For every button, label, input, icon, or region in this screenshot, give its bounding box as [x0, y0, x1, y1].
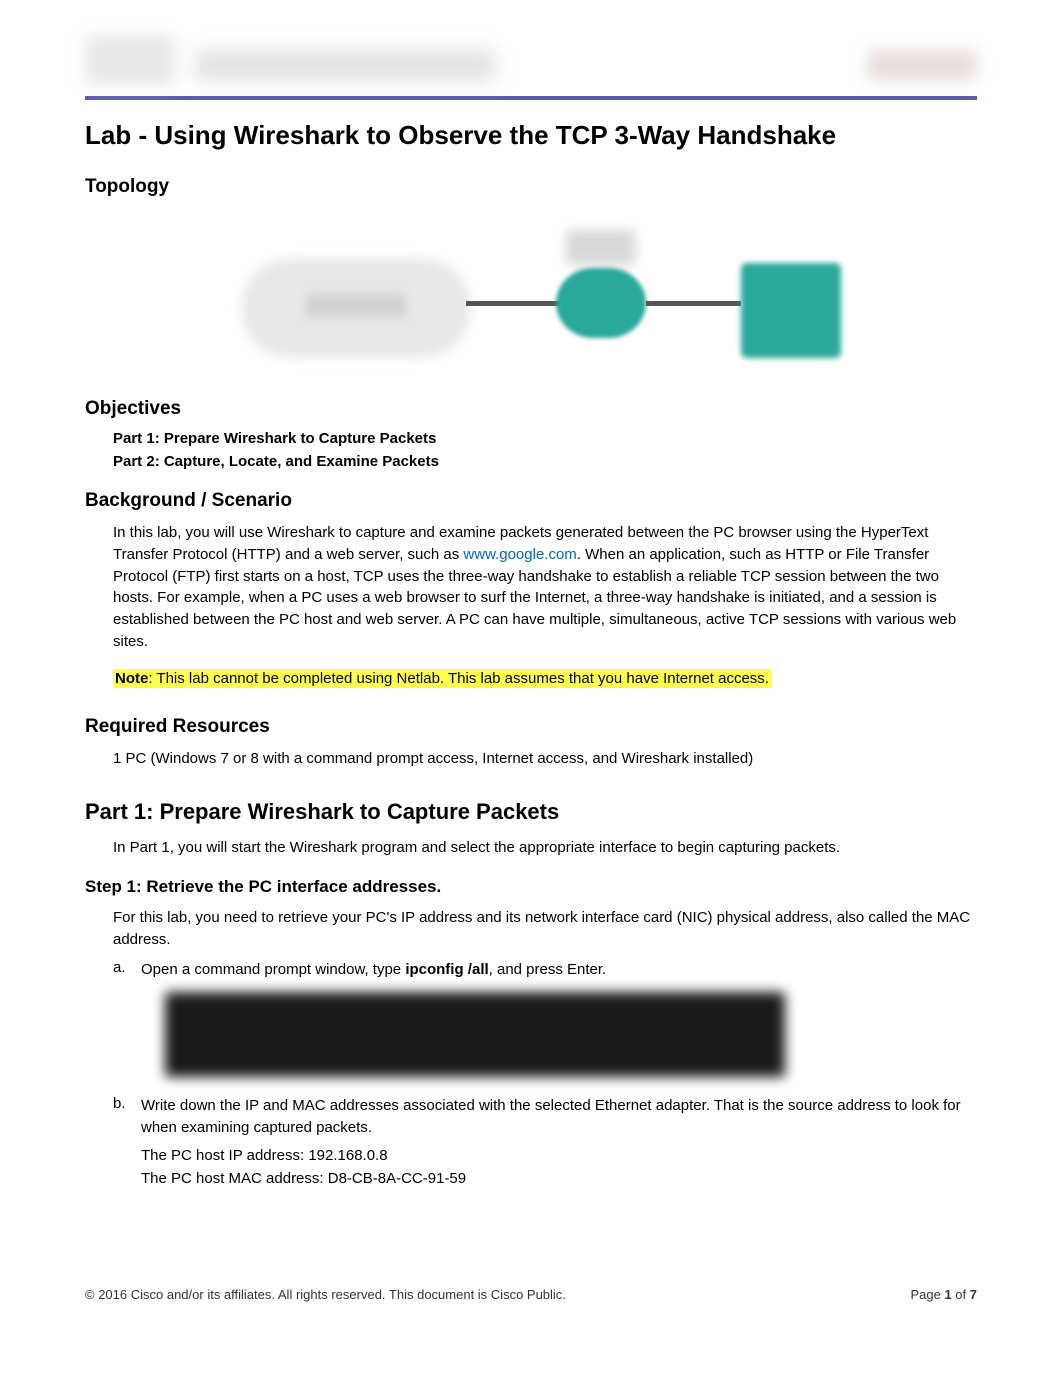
page-mid: of	[952, 1287, 970, 1302]
objective-item: Part 1: Prepare Wireshark to Capture Pac…	[113, 430, 977, 447]
objectives-heading: Objectives	[85, 398, 977, 420]
item-a-pre: Open a command prompt window, type	[141, 961, 405, 978]
mac-value: D8-CB-8A-CC-91-59	[328, 1170, 466, 1187]
link-line	[646, 301, 741, 306]
part1-heading: Part 1: Prepare Wireshark to Capture Pac…	[85, 799, 977, 825]
page-pre: Page	[910, 1287, 944, 1302]
mac-label: The PC host MAC address:	[141, 1170, 328, 1187]
resources-heading: Required Resources	[85, 716, 977, 738]
page-footer: © 2016 Cisco and/or its affiliates. All …	[85, 1287, 977, 1302]
router-icon	[556, 268, 646, 338]
resources-text: 1 PC (Windows 7 or 8 with a command prom…	[113, 748, 977, 770]
command-prompt-figure	[165, 992, 785, 1077]
objective-item: Part 2: Capture, Locate, and Examine Pac…	[113, 453, 977, 470]
google-link[interactable]: www.google.com	[463, 546, 576, 563]
topology-heading: Topology	[85, 176, 977, 198]
list-marker: b.	[113, 1095, 141, 1139]
item-a-post: , and press Enter.	[489, 961, 607, 978]
step1-heading: Step 1: Retrieve the PC interface addres…	[85, 877, 977, 897]
background-heading: Background / Scenario	[85, 490, 977, 512]
part1-intro: In Part 1, you will start the Wireshark …	[113, 837, 977, 859]
background-paragraph: In this lab, you will use Wireshark to c…	[113, 522, 977, 653]
list-content: Write down the IP and MAC addresses asso…	[141, 1095, 977, 1139]
list-content: Open a command prompt window, type ipcon…	[141, 959, 977, 981]
list-item-b: b. Write down the IP and MAC addresses a…	[113, 1095, 977, 1139]
page-number: Page 1 of 7	[910, 1287, 977, 1302]
link-line	[466, 301, 561, 306]
document-title: Lab - Using Wireshark to Observe the TCP…	[85, 120, 977, 151]
note-label: Note	[115, 670, 148, 687]
page-current: 1	[944, 1287, 951, 1302]
internet-label	[306, 295, 406, 317]
topology-figure	[221, 218, 841, 378]
ip-label: The PC host IP address:	[141, 1147, 308, 1164]
ip-value: 192.168.0.8	[308, 1147, 387, 1164]
list-marker: a.	[113, 959, 141, 981]
academy-title	[195, 50, 495, 80]
step1-intro: For this lab, you need to retrieve your …	[113, 907, 977, 951]
copyright-text: © 2016 Cisco and/or its affiliates. All …	[85, 1287, 566, 1302]
pc-icon	[741, 263, 841, 358]
mac-address-line: The PC host MAC address: D8-CB-8A-CC-91-…	[141, 1170, 977, 1187]
list-item-a: a. Open a command prompt window, type ip…	[113, 959, 977, 981]
ip-address-line: The PC host IP address: 192.168.0.8	[141, 1147, 977, 1164]
header-right	[867, 50, 977, 80]
note-highlight: Note: This lab cannot be completed using…	[113, 669, 771, 688]
ipconfig-command: ipconfig /all	[405, 961, 488, 978]
note-text: : This lab cannot be completed using Net…	[148, 670, 769, 687]
cisco-logo	[85, 35, 175, 85]
page-total: 7	[970, 1287, 977, 1302]
router-label	[566, 230, 636, 265]
header-banner	[85, 30, 977, 100]
